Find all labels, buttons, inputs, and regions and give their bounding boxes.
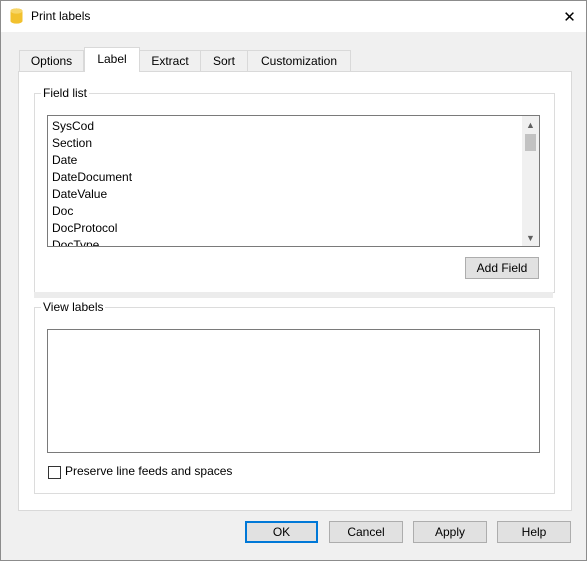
list-item[interactable]: Date	[52, 152, 77, 169]
help-button[interactable]: Help	[497, 521, 571, 543]
list-item[interactable]: DateValue	[52, 186, 107, 203]
database-icon	[10, 8, 23, 24]
tab-options[interactable]: Options	[19, 50, 84, 71]
scroll-thumb[interactable]	[525, 134, 536, 151]
close-button[interactable]: ✕	[553, 1, 586, 32]
listbox-scrollbar[interactable]: ▲ ▼	[522, 116, 539, 246]
tab-extract[interactable]: Extract	[139, 50, 201, 71]
list-item[interactable]: SysCod	[52, 118, 94, 135]
print-labels-dialog: Print labels ✕ Options Label Extract Sor…	[0, 0, 587, 561]
preserve-line-feeds-checkbox[interactable]	[48, 466, 61, 479]
ok-button[interactable]: OK	[245, 521, 318, 543]
add-field-button[interactable]: Add Field	[465, 257, 539, 279]
arrow-down-icon[interactable]: ▼	[522, 229, 539, 246]
list-item[interactable]: DateDocument	[52, 169, 132, 186]
tab-sort[interactable]: Sort	[200, 50, 248, 71]
list-item[interactable]: Doc	[52, 203, 73, 220]
field-listbox[interactable]: SysCod Section Date DateDocument DateVal…	[47, 115, 540, 247]
arrow-up-icon[interactable]: ▲	[522, 116, 539, 133]
window-title: Print labels	[31, 9, 91, 23]
close-icon: ✕	[563, 8, 576, 26]
apply-button[interactable]: Apply	[413, 521, 487, 543]
tab-customization[interactable]: Customization	[247, 50, 351, 71]
list-item[interactable]: DocProtocol	[52, 220, 117, 237]
splitter-bar[interactable]	[34, 292, 553, 298]
tab-label[interactable]: Label	[84, 47, 140, 72]
list-item[interactable]: Section	[52, 135, 92, 152]
view-labels-textarea[interactable]	[47, 329, 540, 453]
field-list-label: Field list	[41, 86, 90, 100]
list-item[interactable]: DocType	[52, 237, 99, 246]
view-labels-label: View labels	[41, 300, 106, 314]
title-bar: Print labels ✕	[1, 1, 586, 32]
cancel-button[interactable]: Cancel	[329, 521, 403, 543]
preserve-line-feeds-label: Preserve line feeds and spaces	[65, 464, 233, 478]
